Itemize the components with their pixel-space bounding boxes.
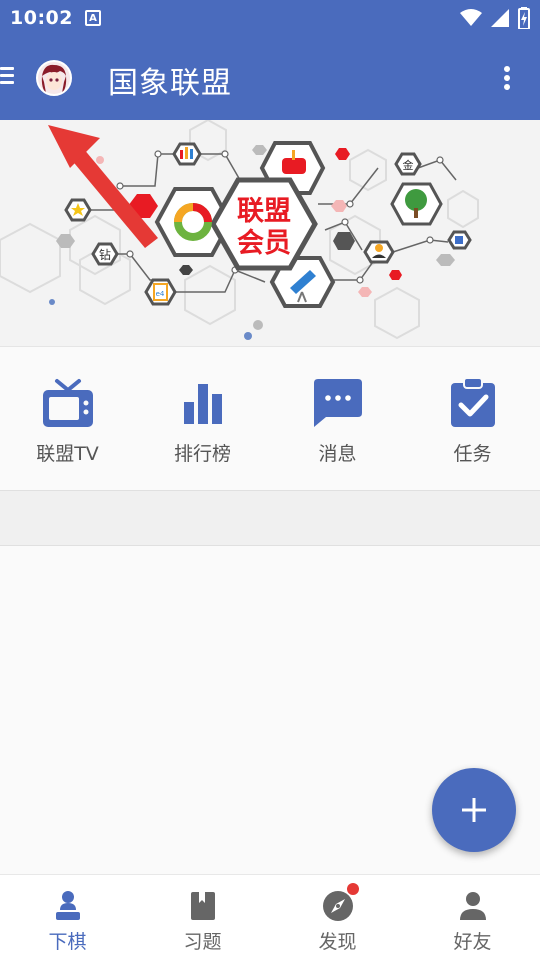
book-icon — [186, 889, 220, 923]
membership-banner[interactable]: e4 钻 金 联盟 会员 — [0, 120, 540, 346]
battery-icon — [518, 7, 530, 29]
signal-icon — [491, 9, 509, 27]
wifi-icon — [460, 9, 482, 26]
nav-exercises[interactable]: 习题 — [135, 875, 270, 960]
nav-discover[interactable]: 发现 — [270, 875, 405, 960]
task-check-icon — [445, 375, 501, 431]
bottom-nav: 下棋 习题 发现 好友 — [0, 874, 540, 960]
svg-text:金: 金 — [403, 158, 414, 172]
quick-action-messages[interactable]: 消息 — [270, 347, 405, 490]
quick-action-tasks[interactable]: 任务 — [405, 347, 540, 490]
nav-label: 发现 — [318, 931, 357, 953]
status-icons — [460, 7, 530, 29]
compass-icon — [321, 883, 359, 923]
banner-title-line2: 会员 — [237, 228, 291, 259]
bar-chart-icon — [175, 375, 231, 431]
section-divider — [0, 491, 540, 546]
page-title: 国象联盟 — [108, 66, 232, 101]
add-button[interactable] — [432, 768, 516, 852]
quick-actions: 联盟TV 排行榜 消息 任务 — [0, 346, 540, 491]
app-bar: 国象联盟 — [0, 36, 540, 120]
quick-action-leaderboard[interactable]: 排行榜 — [135, 347, 270, 490]
nav-friends[interactable]: 好友 — [405, 875, 540, 960]
quick-action-label: 任务 — [453, 443, 492, 465]
plus-icon — [462, 798, 486, 822]
svg-text:钻: 钻 — [99, 247, 111, 262]
nav-play[interactable]: 下棋 — [0, 875, 135, 960]
message-icon — [310, 375, 366, 431]
status-time: 10:02 — [10, 7, 73, 29]
avatar[interactable] — [36, 60, 72, 96]
notification-badge — [346, 883, 359, 895]
chess-pawn-icon — [51, 889, 85, 923]
nav-label: 好友 — [453, 931, 492, 953]
quick-action-label: 联盟TV — [36, 443, 99, 465]
quick-action-tv[interactable]: 联盟TV — [0, 347, 135, 490]
nav-label: 习题 — [183, 931, 222, 953]
svg-text:e4: e4 — [156, 290, 165, 298]
more-vert-icon[interactable] — [504, 66, 512, 92]
nav-label: 下棋 — [48, 931, 87, 953]
quick-action-label: 消息 — [318, 443, 357, 465]
accessibility-a-icon: A — [84, 10, 101, 26]
quick-action-label: 排行榜 — [173, 443, 231, 465]
tv-icon — [40, 375, 96, 431]
status-bar: 10:02 A — [0, 0, 540, 36]
menu-icon[interactable] — [0, 67, 14, 85]
banner-title-line1: 联盟 — [237, 196, 291, 227]
person-icon — [456, 889, 490, 923]
